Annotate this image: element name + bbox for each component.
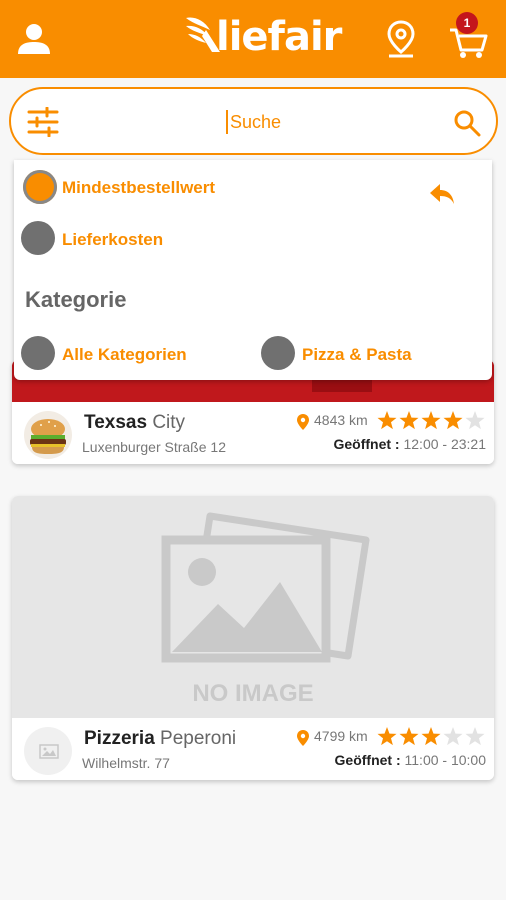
hours-value: 11:00 - 10:00: [404, 752, 486, 768]
restaurant-name: Pizzeria Peperoni: [84, 728, 236, 750]
hours-value: 12:00 - 23:21: [403, 436, 486, 452]
location-pin-icon[interactable]: [385, 20, 417, 60]
star-empty-icon: [465, 411, 485, 430]
star-empty-icon: [443, 727, 463, 746]
distance-pin-icon: [297, 414, 309, 430]
star-filled-icon: [399, 411, 419, 430]
burger-icon: [30, 419, 66, 454]
delivery-cost-radio[interactable]: [21, 221, 55, 255]
restaurant-address: Wilhelmstr. 77: [82, 755, 170, 771]
restaurant-name-light: Peperoni: [160, 728, 237, 749]
restaurant-name-light: City: [152, 412, 186, 433]
app-header: liefair 1: [0, 0, 506, 78]
restaurant-name-bold: Pizzeria: [84, 728, 155, 749]
rating-stars: [377, 411, 485, 430]
card-info: Pizzeria Peperoni Wilhelmstr. 77 4799 km…: [12, 718, 494, 780]
star-filled-icon: [399, 727, 419, 746]
rating-stars: [377, 727, 485, 746]
user-icon[interactable]: [14, 20, 54, 60]
restaurant-address: Luxenburger Straße 12: [82, 439, 226, 455]
card-info: Texsas City Luxenburger Straße 12 4843 k…: [12, 402, 494, 464]
min-order-label[interactable]: Mindestbestellwert: [62, 178, 215, 198]
banner-detail: [312, 378, 372, 392]
filter-sliders-icon[interactable]: [27, 107, 59, 137]
app-logo: liefair: [180, 8, 342, 72]
star-filled-icon: [421, 727, 441, 746]
delivery-cost-label[interactable]: Lieferkosten: [62, 230, 163, 250]
star-filled-icon: [377, 727, 397, 746]
filter-panel: Mindestbestellwert Lieferkosten Kategori…: [14, 160, 492, 380]
no-image-placeholder: NO IMAGE: [12, 496, 494, 718]
star-filled-icon: [377, 411, 397, 430]
min-order-radio[interactable]: [23, 170, 57, 204]
restaurant-distance: 4799 km: [314, 728, 368, 744]
star-filled-icon: [421, 411, 441, 430]
open-label: Geöffnet :: [334, 752, 401, 768]
restaurant-name: Texsas City: [84, 412, 185, 434]
no-image-text: NO IMAGE: [192, 680, 314, 707]
restaurant-logo: [24, 727, 72, 775]
image-placeholder-icon: [39, 744, 59, 759]
image-placeholder-icon: [161, 512, 370, 663]
category-radio-pizza[interactable]: [261, 336, 295, 370]
distance-pin-icon: [297, 730, 309, 746]
star-empty-icon: [465, 727, 485, 746]
search-input[interactable]: [226, 110, 346, 134]
restaurant-distance: 4843 km: [314, 412, 368, 428]
open-label: Geöffnet :: [333, 436, 400, 452]
search-bar: [9, 87, 498, 155]
star-filled-icon: [443, 411, 463, 430]
opening-hours: Geöffnet : 12:00 - 23:21: [333, 436, 486, 452]
category-radio-all[interactable]: [21, 336, 55, 370]
opening-hours: Geöffnet : 11:00 - 10:00: [335, 752, 486, 768]
category-heading: Kategorie: [25, 287, 127, 312]
search-icon[interactable]: [453, 109, 481, 137]
restaurant-card[interactable]: NO IMAGE Pizzeria Peperoni Wilhelmstr. 7…: [12, 496, 494, 780]
reply-arrow-icon[interactable]: [428, 182, 456, 206]
restaurant-logo: [24, 411, 72, 459]
restaurant-name-bold: Texsas: [84, 412, 148, 433]
logo-text: liefair: [216, 14, 342, 60]
category-label-pizza[interactable]: Pizza & Pasta: [302, 345, 412, 365]
cart-count-badge: 1: [456, 12, 478, 34]
category-label-all[interactable]: Alle Kategorien: [62, 345, 187, 365]
